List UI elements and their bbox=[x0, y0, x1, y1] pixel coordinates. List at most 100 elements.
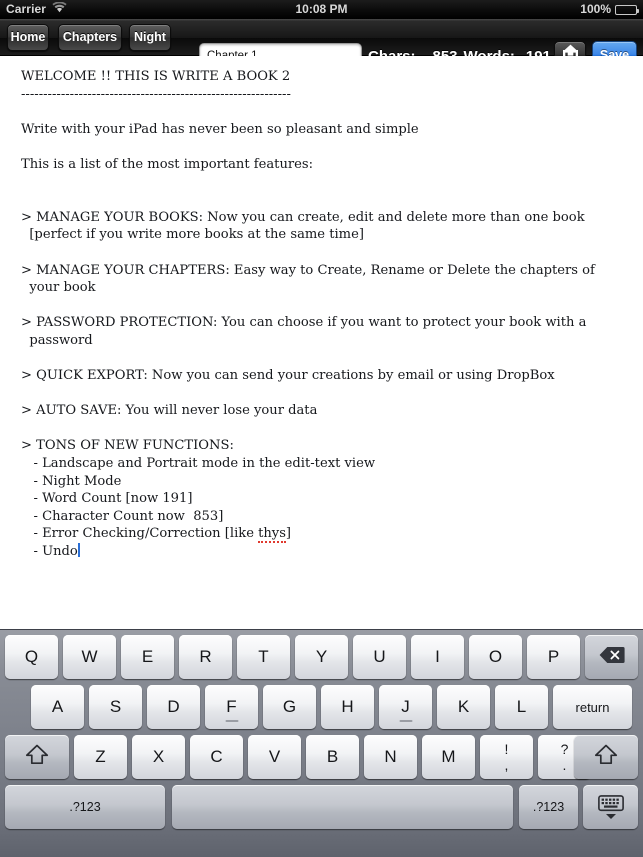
key-x[interactable]: X bbox=[132, 735, 185, 779]
document-line: > MANAGE YOUR CHAPTERS: Easy way to Crea… bbox=[21, 262, 595, 278]
key-label-top: ? bbox=[560, 741, 569, 757]
document-blank-line bbox=[21, 420, 626, 438]
key-c[interactable]: C bbox=[190, 735, 243, 779]
key-r[interactable]: R bbox=[179, 635, 232, 679]
delete-backspace-key[interactable] bbox=[585, 635, 638, 679]
key-t[interactable]: T bbox=[237, 635, 290, 679]
key-label: L bbox=[516, 697, 527, 716]
night-mode-button[interactable]: Night bbox=[129, 24, 171, 51]
key-p[interactable]: P bbox=[527, 635, 580, 679]
key-label: N bbox=[384, 747, 397, 766]
shift-icon bbox=[594, 744, 618, 770]
key-label: return bbox=[575, 699, 610, 715]
key-label-bottom: , bbox=[504, 757, 509, 773]
document-line: - Landscape and Portrait mode in the edi… bbox=[21, 456, 376, 472]
key-j[interactable]: J bbox=[379, 685, 432, 729]
key-label: K bbox=[457, 697, 470, 716]
document-line: This is a list of the most important fea… bbox=[21, 156, 314, 172]
key-label: D bbox=[167, 697, 180, 716]
key-g[interactable]: G bbox=[263, 685, 316, 729]
document-line: - Character Count now 853] bbox=[21, 508, 224, 524]
key-f[interactable]: F bbox=[205, 685, 258, 729]
key-label: X bbox=[152, 747, 165, 766]
key-label: B bbox=[326, 747, 339, 766]
numeric-keyboard-key-left[interactable]: .?123 bbox=[5, 785, 165, 829]
document-line: - Night Mode bbox=[21, 473, 122, 489]
key-u[interactable]: U bbox=[353, 635, 406, 679]
document-line: Write with your iPad has never been so p… bbox=[21, 121, 419, 137]
key-s[interactable]: S bbox=[89, 685, 142, 729]
space-key[interactable] bbox=[172, 785, 513, 829]
document-blank-line bbox=[21, 174, 626, 192]
shift-key-right[interactable] bbox=[574, 735, 638, 779]
key-o[interactable]: O bbox=[469, 635, 522, 679]
document-blank-line bbox=[21, 350, 626, 368]
key-v[interactable]: V bbox=[248, 735, 301, 779]
status-bar-right: 100% bbox=[580, 0, 639, 19]
key-h[interactable]: H bbox=[321, 685, 374, 729]
document-blank-line bbox=[21, 244, 626, 262]
key-label: U bbox=[373, 647, 386, 666]
key-n[interactable]: N bbox=[364, 735, 417, 779]
document-line: > TONS OF NEW FUNCTIONS: bbox=[21, 438, 234, 454]
key-label: O bbox=[488, 647, 503, 666]
return-key[interactable]: return bbox=[553, 685, 632, 729]
key-a[interactable]: A bbox=[31, 685, 84, 729]
key-label: .?123 bbox=[69, 800, 101, 814]
key-label: Z bbox=[95, 747, 106, 766]
key-label: C bbox=[210, 747, 223, 766]
key-label: V bbox=[268, 747, 281, 766]
key-w[interactable]: W bbox=[63, 635, 116, 679]
key-label: R bbox=[199, 647, 212, 666]
document-blank-line bbox=[21, 103, 626, 121]
on-screen-keyboard: Q W E R T Y U I O P A S D F G H J K Lreturn Z X C V B N M!,?. .?12… bbox=[0, 629, 643, 857]
chapters-button[interactable]: Chapters bbox=[58, 24, 122, 51]
key-label: J bbox=[401, 697, 410, 716]
shift-key-left[interactable] bbox=[5, 735, 69, 779]
key-label: Y bbox=[315, 647, 328, 666]
document-text[interactable]: WELCOME !! THIS IS WRITE A BOOK 2 -------… bbox=[0, 56, 643, 561]
numeric-keyboard-key-right[interactable]: .?123 bbox=[519, 785, 578, 829]
text-editor-area[interactable]: WELCOME !! THIS IS WRITE A BOOK 2 -------… bbox=[0, 56, 643, 629]
document-line: [perfect if you write more books at the … bbox=[21, 227, 364, 243]
home-button[interactable]: Home bbox=[7, 24, 49, 51]
delete-backspace-icon bbox=[599, 646, 625, 669]
key-label: G bbox=[282, 697, 297, 716]
document-line: > PASSWORD PROTECTION: You can choose if… bbox=[21, 315, 587, 331]
hide-keyboard-icon bbox=[597, 794, 624, 820]
key-label-bottom: . bbox=[562, 757, 567, 773]
hide-keyboard-key[interactable] bbox=[583, 785, 638, 829]
key-b[interactable]: B bbox=[306, 735, 359, 779]
key-label: F bbox=[226, 697, 237, 716]
key-k[interactable]: K bbox=[437, 685, 490, 729]
key-label: Q bbox=[24, 647, 39, 666]
key-label: H bbox=[341, 697, 354, 716]
key-l[interactable]: L bbox=[495, 685, 548, 729]
document-blank-line bbox=[21, 297, 626, 315]
status-bar-time: 10:08 PM bbox=[295, 2, 348, 16]
ipad-write-a-book-app: Carrier 10:08 PM 100% Home Chapters Nigh… bbox=[0, 0, 643, 857]
key-exclamation-comma[interactable]: !, bbox=[480, 735, 533, 779]
key-q[interactable]: Q bbox=[5, 635, 58, 679]
key-label-top: ! bbox=[504, 741, 509, 757]
document-line: WELCOME !! THIS IS WRITE A BOOK 2 bbox=[21, 69, 291, 84]
document-line: > MANAGE YOUR BOOKS: Now you can create,… bbox=[21, 209, 585, 225]
key-i[interactable]: I bbox=[411, 635, 464, 679]
key-label: I bbox=[435, 647, 440, 666]
key-label: S bbox=[109, 697, 122, 716]
key-label: E bbox=[141, 647, 154, 666]
key-z[interactable]: Z bbox=[74, 735, 127, 779]
key-label: W bbox=[81, 647, 98, 666]
key-label: M bbox=[441, 747, 456, 766]
misspelled-word[interactable]: thys bbox=[258, 526, 286, 544]
document-line: > QUICK EXPORT: Now you can send your cr… bbox=[21, 368, 555, 384]
key-label: P bbox=[547, 647, 560, 666]
status-bar: Carrier 10:08 PM 100% bbox=[0, 0, 643, 19]
document-line: - Undo bbox=[21, 543, 80, 560]
app-toolbar: Home Chapters Night Chars: 853 Words: 19… bbox=[0, 19, 643, 69]
key-m[interactable]: M bbox=[422, 735, 475, 779]
key-y[interactable]: Y bbox=[295, 635, 348, 679]
key-label: .?123 bbox=[532, 800, 565, 814]
key-e[interactable]: E bbox=[121, 635, 174, 679]
key-d[interactable]: D bbox=[147, 685, 200, 729]
